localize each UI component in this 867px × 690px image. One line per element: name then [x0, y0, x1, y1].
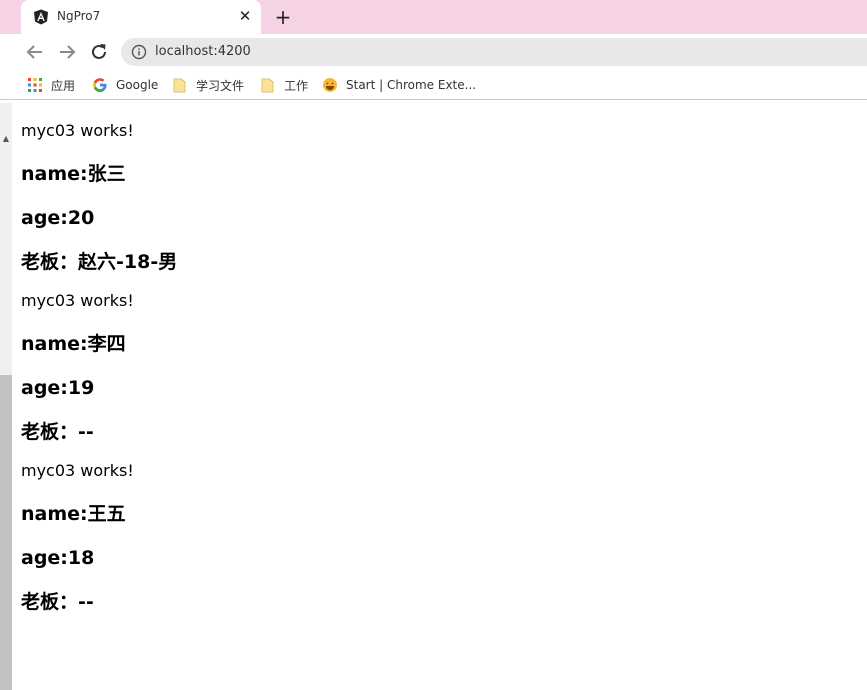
person-age: age:20 — [21, 207, 95, 229]
person-name: name:王五 — [21, 503, 126, 525]
close-icon[interactable]: ✕ — [237, 8, 253, 24]
tab-title: NgPro7 — [57, 9, 101, 23]
address-bar[interactable]: localhost:4200 — [121, 38, 867, 66]
bookmark-label: Start | Chrome Exte... — [346, 78, 477, 92]
component-status-text: myc03 works! — [21, 121, 134, 140]
bookmark-start-chrome-extensions[interactable]: Start | Chrome Exte... — [322, 76, 476, 94]
component-status-text: myc03 works! — [21, 291, 134, 310]
browser-toolbar: localhost:4200 — [0, 34, 867, 70]
page-content: myc03 works! name:张三 age:20 老板：赵六-18-男 m… — [21, 103, 861, 614]
url-text: localhost:4200 — [155, 44, 251, 59]
folder-icon — [261, 78, 274, 93]
scrollbar[interactable]: ▲ — [0, 103, 12, 690]
folder-icon — [173, 78, 186, 93]
bookmark-label: Google — [116, 78, 159, 92]
bookmark-google[interactable]: Google — [92, 76, 158, 94]
apps-grid-icon — [28, 78, 42, 92]
person-boss: 老板：-- — [21, 421, 94, 443]
bookmark-label: 学习文件 — [196, 78, 245, 93]
bookmark-apps[interactable]: 应用 — [27, 76, 75, 94]
person-name: name:张三 — [21, 163, 126, 185]
person-age: age:19 — [21, 377, 95, 399]
bookmark-folder-work[interactable]: 工作 — [260, 76, 308, 94]
person-boss: 老板：-- — [21, 591, 94, 613]
google-icon — [93, 78, 107, 92]
myc03-component: myc03 works! name:张三 age:20 老板：赵六-18-男 — [21, 121, 861, 274]
person-name: name:李四 — [21, 333, 126, 355]
scroll-up-arrow-icon[interactable]: ▲ — [0, 133, 12, 145]
person-age: age:18 — [21, 547, 95, 569]
browser-tab[interactable]: NgPro7 ✕ — [21, 0, 261, 34]
forward-arrow-icon[interactable] — [56, 41, 78, 63]
bookmarks-bar: 应用 Google 学习文件 工作 Start | Chrome Exte... — [0, 70, 867, 100]
reload-icon[interactable] — [88, 41, 110, 63]
component-status-text: myc03 works! — [21, 461, 134, 480]
smiley-icon — [323, 78, 337, 92]
back-arrow-icon[interactable] — [24, 41, 46, 63]
myc03-component: myc03 works! name:王五 age:18 老板：-- — [21, 461, 861, 614]
angular-icon — [34, 9, 48, 25]
scrollbar-thumb[interactable] — [0, 375, 12, 690]
bookmark-label: 应用 — [51, 78, 76, 93]
bookmark-label: 工作 — [284, 78, 309, 93]
info-icon[interactable] — [131, 44, 147, 60]
bookmark-folder-study[interactable]: 学习文件 — [172, 76, 244, 94]
new-tab-button[interactable]: + — [272, 6, 294, 28]
person-boss: 老板：赵六-18-男 — [21, 251, 178, 273]
tab-strip: NgPro7 ✕ + — [0, 0, 867, 34]
myc03-component: myc03 works! name:李四 age:19 老板：-- — [21, 291, 861, 444]
